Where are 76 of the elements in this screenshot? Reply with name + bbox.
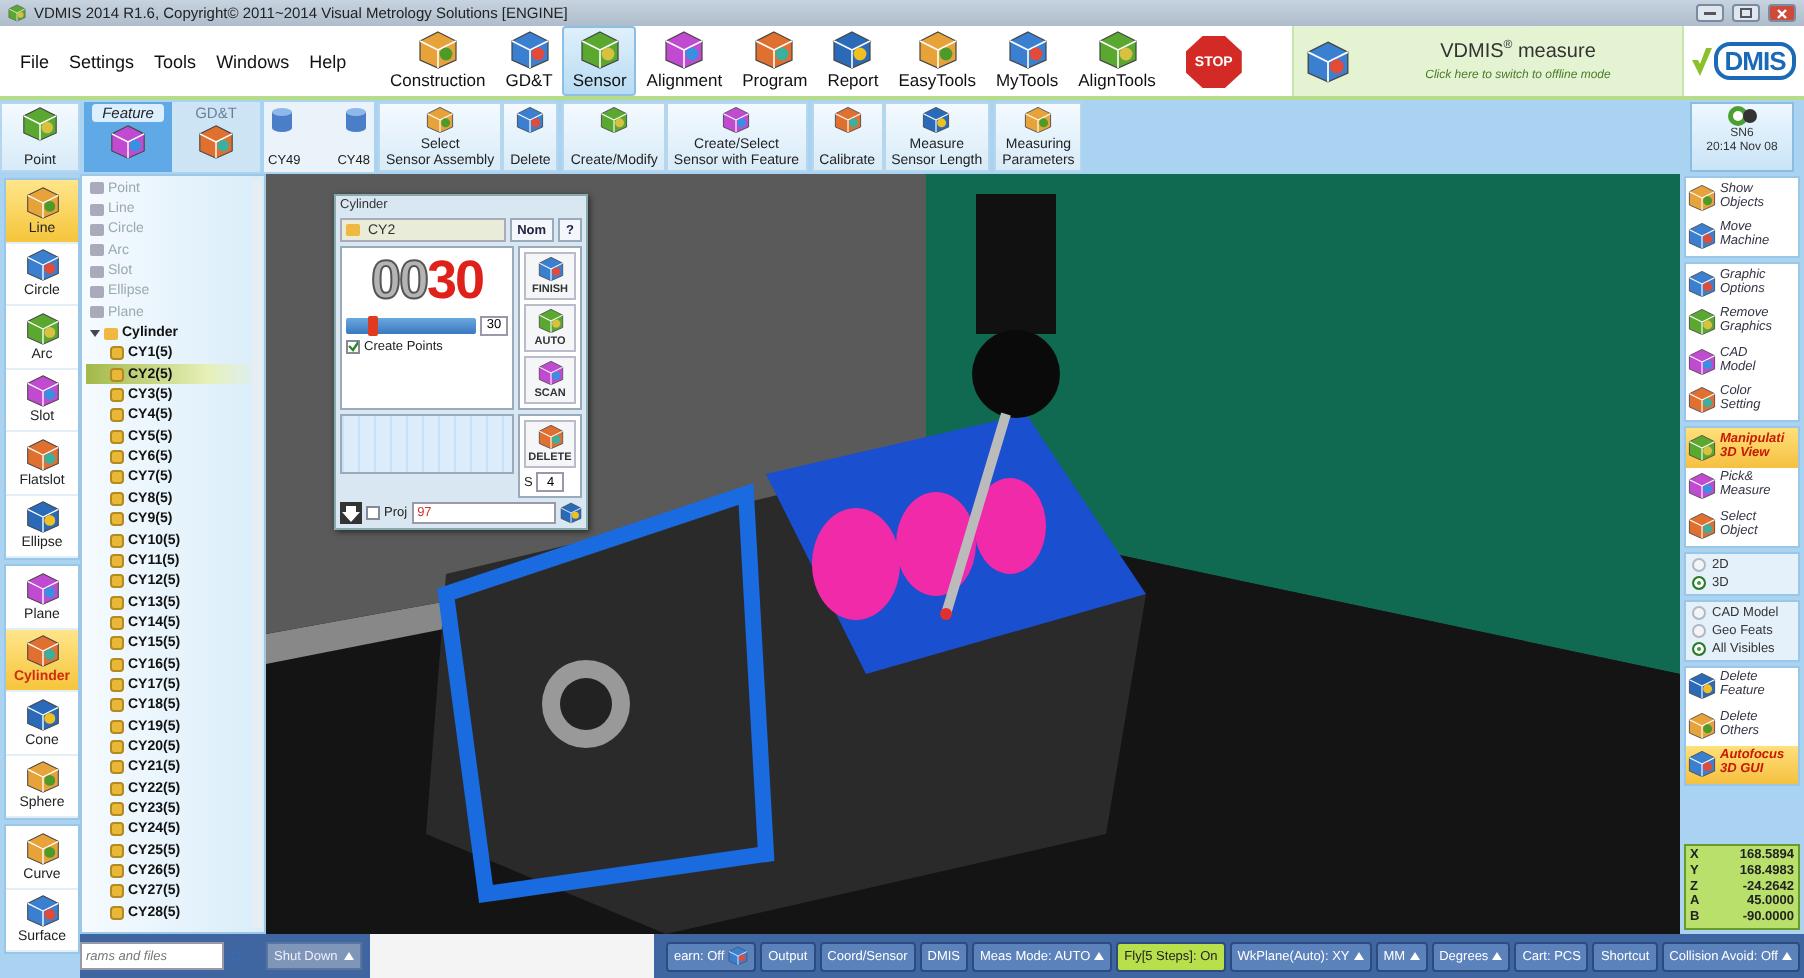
ribbon-tab[interactable]: Sensor xyxy=(562,26,637,96)
cube-icon xyxy=(22,106,58,142)
caret-icon xyxy=(1353,952,1364,960)
minimize-button[interactable] xyxy=(1696,4,1724,22)
cube-icon xyxy=(25,185,59,220)
cube-icon xyxy=(516,106,545,134)
status-icon xyxy=(1726,104,1758,128)
cube-icon xyxy=(198,124,234,160)
ribbon-tab[interactable]: EasyTools xyxy=(888,26,986,96)
ribbon-tab[interactable]: Report xyxy=(817,26,889,96)
point-slider[interactable] xyxy=(346,317,476,334)
down-arrow-icon[interactable] xyxy=(340,502,362,524)
caret-icon xyxy=(1409,952,1420,960)
cube-icon xyxy=(25,760,59,795)
maximize-icon xyxy=(1740,8,1752,18)
cube-icon xyxy=(1024,106,1053,134)
proj-checkbox[interactable] xyxy=(366,506,380,520)
cylinder-icon xyxy=(342,106,370,134)
ribbon-tab[interactable]: Alignment xyxy=(636,26,733,96)
create-points-checkbox[interactable] xyxy=(346,339,360,354)
caret-icon xyxy=(1492,952,1503,960)
cube-icon xyxy=(833,106,862,134)
cube-icon xyxy=(25,571,59,606)
cube-icon xyxy=(537,424,563,450)
cube-icon xyxy=(537,308,563,334)
close-button[interactable] xyxy=(1768,4,1796,22)
status-icon xyxy=(728,946,749,966)
ribbon-tab[interactable]: GD&T xyxy=(495,26,563,96)
maximize-button[interactable] xyxy=(1732,4,1760,22)
cube-icon xyxy=(537,256,563,282)
radio-icon[interactable] xyxy=(1692,641,1706,655)
minimize-icon xyxy=(1704,11,1716,15)
cube-icon xyxy=(579,30,620,70)
cube-icon xyxy=(25,311,59,346)
radio-icon[interactable] xyxy=(1692,575,1706,589)
cube-icon xyxy=(922,106,951,134)
menu-item[interactable]: Tools xyxy=(154,51,197,71)
product-name: VDMIS$^{®}$ measure xyxy=(1440,40,1596,64)
cube-icon xyxy=(25,248,59,283)
logo: DMIS xyxy=(1714,42,1796,80)
cube-icon xyxy=(600,106,629,134)
ribbon-tab[interactable]: MyTools xyxy=(985,26,1069,96)
cube-icon xyxy=(722,106,751,134)
cube-icon xyxy=(25,500,59,535)
menu-item[interactable]: File xyxy=(20,51,50,71)
ribbon-tab[interactable]: Construction xyxy=(380,26,496,96)
radio-icon[interactable] xyxy=(1692,605,1706,619)
cube-icon xyxy=(25,437,59,472)
cube-icon xyxy=(25,634,59,669)
cube-icon xyxy=(25,831,59,866)
menu-item[interactable]: Settings xyxy=(69,51,135,71)
radio-icon[interactable] xyxy=(1692,557,1706,571)
cube-icon xyxy=(1306,39,1350,83)
menu-item[interactable]: Help xyxy=(309,51,347,71)
cube-icon xyxy=(25,894,59,929)
slider-thumb[interactable] xyxy=(368,315,378,336)
caret-icon xyxy=(343,952,354,960)
caret-icon xyxy=(1782,952,1792,960)
checkmark-icon xyxy=(1692,47,1713,75)
app-icon xyxy=(8,4,26,22)
close-icon xyxy=(1776,7,1788,19)
cylinder-icon xyxy=(268,106,296,134)
cube-icon xyxy=(25,697,59,732)
cube-icon xyxy=(426,106,455,134)
ribbon-tab[interactable]: Program xyxy=(732,26,818,96)
radio-icon[interactable] xyxy=(1692,623,1706,637)
menu-item[interactable]: Windows xyxy=(216,51,290,71)
expander-icon[interactable] xyxy=(90,328,100,339)
point-counter: 0030 xyxy=(368,252,486,312)
caret-icon xyxy=(1094,952,1105,960)
scrollbar[interactable] xyxy=(252,180,262,928)
cube-icon xyxy=(537,360,563,386)
cube-icon xyxy=(110,124,146,160)
edit-icon xyxy=(560,502,582,524)
ribbon-tab[interactable]: AlignTools xyxy=(1068,26,1166,96)
cube-icon xyxy=(25,374,59,409)
